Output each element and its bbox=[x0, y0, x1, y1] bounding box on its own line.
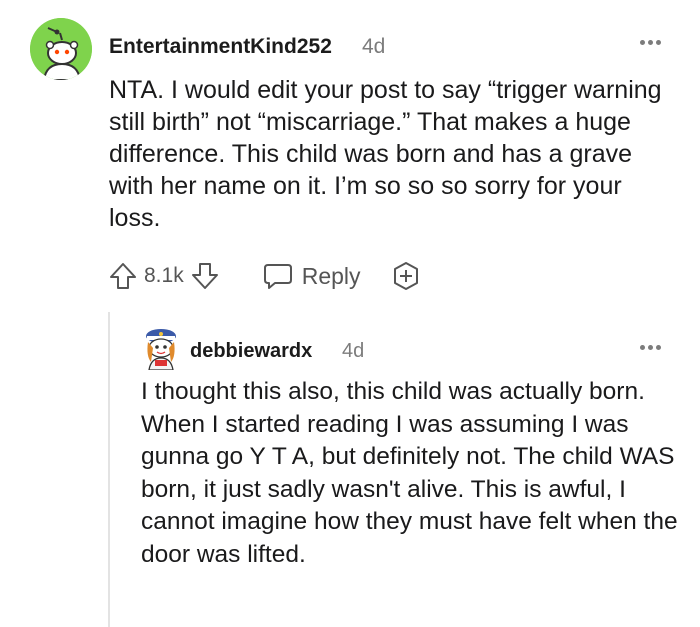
ellipsis-icon bbox=[640, 40, 645, 45]
reply-timestamp: 4d bbox=[342, 340, 365, 362]
comment-text: NTA. I would edit your post to say “trig… bbox=[109, 76, 662, 232]
reply-more-options-button[interactable] bbox=[640, 337, 664, 355]
more-options-button[interactable] bbox=[640, 32, 664, 50]
award-button[interactable] bbox=[391, 261, 421, 291]
arrow-down-icon bbox=[191, 263, 218, 289]
comment-timestamp: 4d bbox=[362, 35, 386, 58]
speech-bubble-icon bbox=[263, 264, 292, 289]
vote-score: 8.1k bbox=[144, 264, 184, 287]
reply-button[interactable]: Reply bbox=[262, 261, 361, 291]
thread-line[interactable] bbox=[108, 312, 110, 627]
upvote-button[interactable] bbox=[108, 261, 138, 291]
reply-avatar[interactable] bbox=[141, 326, 181, 371]
reply-username[interactable]: debbiewardx bbox=[190, 340, 312, 363]
award-plus-icon bbox=[393, 262, 418, 290]
reply-text: I thought this also, this child was actu… bbox=[141, 378, 678, 568]
snoo-avatar-icon bbox=[30, 18, 92, 80]
avatar[interactable] bbox=[30, 18, 92, 80]
arrow-up-icon bbox=[110, 263, 136, 289]
ellipsis-icon bbox=[640, 345, 645, 350]
comment-actions: 8.1k Reply bbox=[108, 259, 421, 293]
reply-body: I thought this also, this child was actu… bbox=[141, 376, 681, 571]
reply-label: Reply bbox=[301, 262, 361, 289]
downvote-button[interactable] bbox=[190, 261, 220, 291]
comment-username[interactable]: EntertainmentKind252 bbox=[109, 35, 332, 59]
snoo-avatar-icon bbox=[146, 329, 176, 371]
comment-body: NTA. I would edit your post to say “trig… bbox=[109, 74, 679, 234]
